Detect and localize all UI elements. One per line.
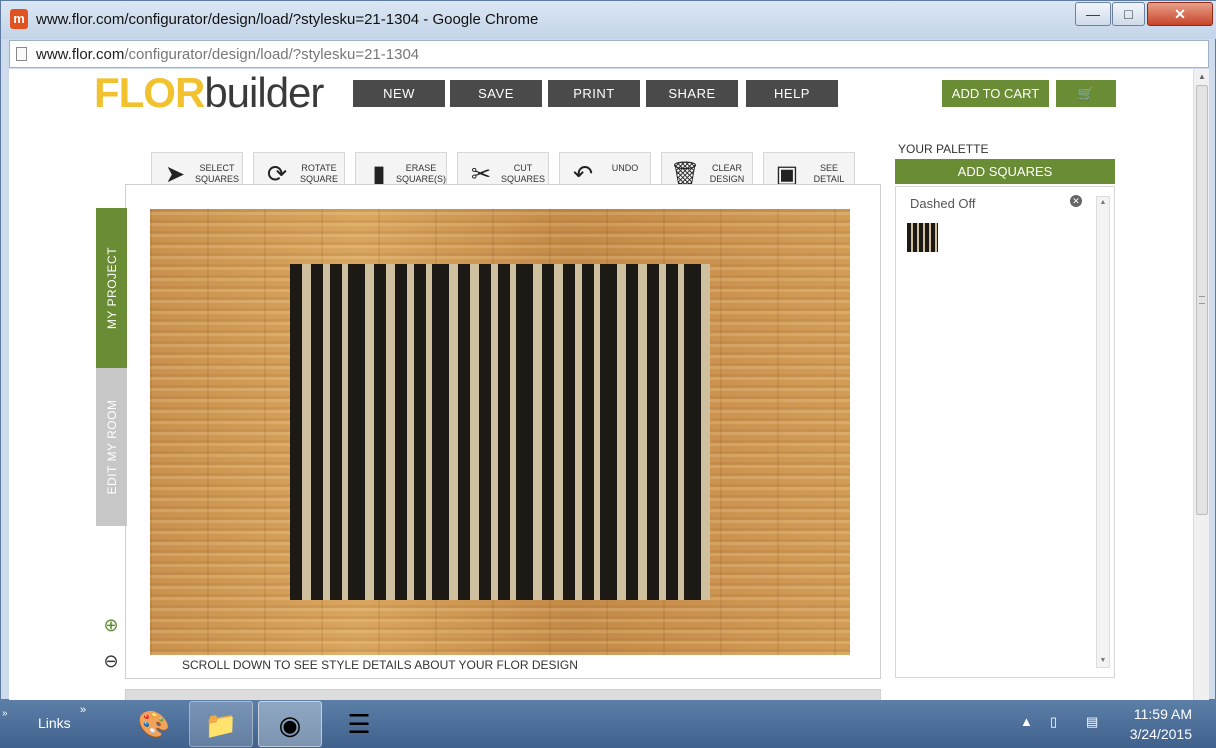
close-button[interactable]: ✕ bbox=[1147, 2, 1213, 26]
browser-window: m www.flor.com/configurator/design/load/… bbox=[0, 0, 1216, 701]
url-path: /configurator/design/load/?stylesku=21-1… bbox=[124, 46, 420, 63]
tool-label: UNDO bbox=[611, 163, 639, 173]
tab-label: EDIT MY ROOM bbox=[104, 399, 119, 495]
grip-icon bbox=[1199, 296, 1205, 304]
share-button[interactable]: SHARE bbox=[646, 80, 738, 107]
page-icon bbox=[16, 47, 27, 61]
clock-date[interactable]: 3/24/2015 bbox=[1112, 726, 1192, 742]
tool-label: SELECT SQUARES bbox=[194, 163, 239, 184]
print-button[interactable]: PRINT bbox=[548, 80, 640, 107]
cart-icon[interactable]: 🛒 bbox=[1056, 80, 1116, 107]
tool-label: SEE DETAIL bbox=[813, 163, 845, 184]
room-floor[interactable] bbox=[150, 209, 850, 655]
url-host: www.flor.com bbox=[36, 46, 125, 63]
tab-label: MY PROJECT bbox=[104, 246, 119, 330]
add-squares-button[interactable]: ADD SQUARES bbox=[895, 159, 1115, 184]
florbuilder-logo[interactable]: FLORbuilder bbox=[94, 69, 324, 117]
zoom-in-icon[interactable]: ⊕ bbox=[99, 613, 123, 637]
minimize-button[interactable]: — bbox=[1075, 2, 1111, 26]
file-explorer-icon[interactable]: 📁 bbox=[189, 701, 253, 747]
paint-app-icon[interactable]: 🎨 bbox=[122, 701, 186, 747]
logo-flor: FLOR bbox=[94, 69, 205, 116]
scroll-down-message: SCROLL DOWN TO SEE STYLE DETAILS ABOUT Y… bbox=[182, 658, 578, 672]
page-viewport: FLORbuilder NEW SAVE PRINT SHARE HELP AD… bbox=[9, 69, 1209, 701]
tool-label: CUT SQUARES bbox=[500, 163, 545, 184]
palette-scrollbar[interactable]: ▲ ▼ bbox=[1096, 196, 1110, 668]
palette-list: Dashed Off ✕ ▲ ▼ bbox=[895, 186, 1115, 678]
app-icon[interactable]: ☰ bbox=[327, 701, 391, 747]
maximize-button[interactable]: □ bbox=[1112, 2, 1145, 26]
scroll-down-icon[interactable]: ▼ bbox=[1097, 655, 1109, 667]
tab-edit-my-room[interactable]: EDIT MY ROOM bbox=[96, 368, 127, 526]
add-to-cart-button[interactable]: ADD TO CART bbox=[942, 80, 1049, 107]
scroll-up-icon[interactable]: ▲ bbox=[1194, 69, 1209, 85]
tab-my-project[interactable]: MY PROJECT bbox=[96, 208, 127, 368]
window-title: www.flor.com/configurator/design/load/?s… bbox=[36, 11, 539, 28]
tool-label: ERASE SQUARE(S) bbox=[396, 163, 447, 184]
chrome-app-icon[interactable]: ◉ bbox=[258, 701, 322, 747]
grip-icon: » bbox=[2, 708, 8, 719]
title-bar[interactable]: m www.flor.com/configurator/design/load/… bbox=[1, 1, 1216, 39]
zoom-out-icon[interactable]: ⊖ bbox=[99, 649, 123, 673]
links-toolbar[interactable]: Links bbox=[38, 715, 71, 731]
battery-icon[interactable]: ▯ bbox=[1050, 714, 1057, 730]
network-signal-icon[interactable]: ▤ bbox=[1086, 714, 1098, 730]
m-logo-icon: m bbox=[10, 9, 28, 29]
taskbar: » Links » 🎨 📁 ◉ ☰ ▲ ▯ ▤ 11:59 AM 3/24/20… bbox=[0, 700, 1216, 748]
new-button[interactable]: NEW bbox=[353, 80, 445, 107]
rug-design[interactable] bbox=[290, 264, 710, 600]
scroll-up-icon[interactable]: ▲ bbox=[1097, 197, 1109, 209]
chevron-right-icon[interactable]: » bbox=[80, 704, 86, 716]
url-text[interactable]: www.flor.com/configurator/design/load/?s… bbox=[36, 46, 419, 63]
palette-swatch[interactable] bbox=[907, 223, 938, 252]
save-button[interactable]: SAVE bbox=[450, 80, 542, 107]
help-button[interactable]: HELP bbox=[746, 80, 838, 107]
palette-title: YOUR PALETTE bbox=[898, 142, 989, 156]
clock-time[interactable]: 11:59 AM bbox=[1120, 706, 1192, 722]
logo-builder: builder bbox=[204, 69, 324, 116]
address-bar[interactable]: www.flor.com/configurator/design/load/?s… bbox=[9, 40, 1209, 68]
tool-label: CLEAR DESIGN bbox=[709, 163, 745, 184]
page-scrollbar[interactable]: ▲ bbox=[1193, 69, 1209, 701]
palette-item-name: Dashed Off bbox=[910, 196, 976, 211]
remove-icon[interactable]: ✕ bbox=[1070, 195, 1082, 207]
show-hidden-icons-icon[interactable]: ▲ bbox=[1020, 714, 1033, 729]
scroll-thumb[interactable] bbox=[1196, 85, 1208, 515]
